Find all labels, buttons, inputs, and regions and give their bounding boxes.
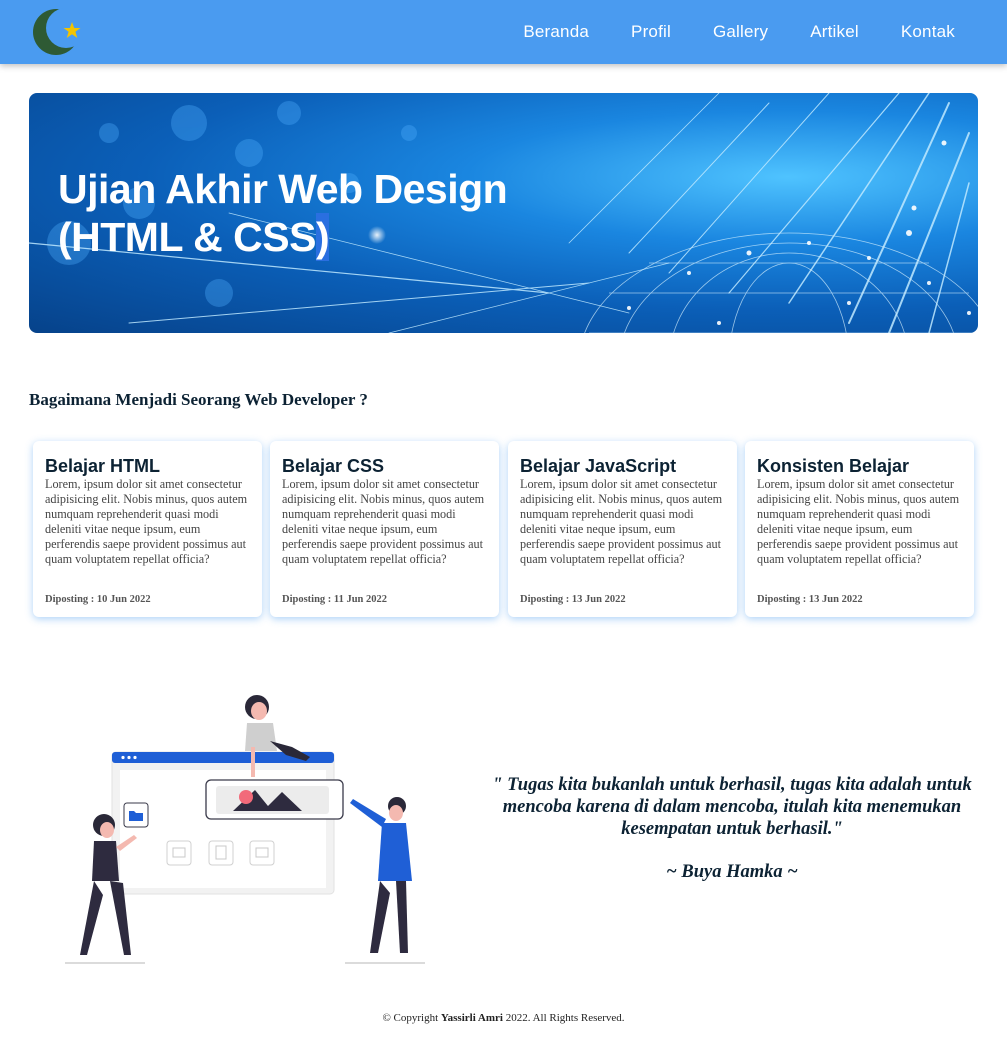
footer-suffix: 2022. All Rights Reserved. (502, 1012, 625, 1024)
nav-artikel[interactable]: Artikel (810, 22, 859, 42)
card-date: Diposting : 13 Jun 2022 (520, 594, 626, 605)
nav-beranda[interactable]: Beranda (523, 22, 589, 42)
hero-title-line2: (HTML & CSS) (58, 213, 507, 261)
hero-title-line2-text: (HTML & CSS (58, 214, 316, 260)
card-belajar-html[interactable]: Belajar HTML Lorem, ipsum dolor sit amet… (33, 441, 262, 617)
card-konsisten-belajar[interactable]: Konsisten Belajar Lorem, ipsum dolor sit… (745, 441, 974, 617)
section-title: Bagaimana Menjadi Seorang Web Developer … (29, 390, 368, 409)
card-body: Lorem, ipsum dolor sit amet consectetur … (757, 477, 960, 566)
footer-author-name: Yassirli Amri (440, 1012, 503, 1024)
card-body: Lorem, ipsum dolor sit amet consectetur … (520, 477, 723, 566)
nav-links: Beranda Profil Gallery Artikel Kontak (481, 0, 955, 64)
footer: © Copyright Yassirli Amri 2022. All Righ… (0, 1012, 1007, 1024)
card-date: Diposting : 10 Jun 2022 (45, 594, 151, 605)
nav-profil[interactable]: Profil (631, 22, 671, 42)
hero-banner: Ujian Akhir Web Design (HTML & CSS) (29, 93, 978, 333)
hero-title-line1: Ujian Akhir Web Design (58, 166, 508, 212)
card-date: Diposting : 11 Jun 2022 (282, 594, 388, 605)
text-selection-caret: ) (315, 213, 330, 261)
card-date: Diposting : 13 Jun 2022 (757, 594, 863, 605)
card-body: Lorem, ipsum dolor sit amet consectetur … (282, 477, 485, 566)
card-title: Belajar JavaScript (520, 456, 677, 476)
footer-prefix: © Copyright (382, 1012, 441, 1024)
card-belajar-css[interactable]: Belajar CSS Lorem, ipsum dolor sit amet … (270, 441, 499, 617)
quote-author: ~ Buya Hamka ~ (666, 862, 798, 882)
card-title: Belajar HTML (45, 456, 161, 476)
navbar: Beranda Profil Gallery Artikel Kontak (0, 0, 1007, 64)
article-cards: Belajar HTML Lorem, ipsum dolor sit amet… (33, 441, 974, 617)
quote-text: " Tugas kita bukanlah untuk berhasil, tu… (492, 775, 972, 839)
nav-gallery[interactable]: Gallery (713, 22, 768, 42)
nav-kontak[interactable]: Kontak (901, 22, 955, 42)
card-belajar-javascript[interactable]: Belajar JavaScript Lorem, ipsum dolor si… (508, 441, 737, 617)
hero-title: Ujian Akhir Web Design (HTML & CSS) (58, 165, 508, 261)
card-title: Belajar CSS (282, 456, 385, 476)
card-body: Lorem, ipsum dolor sit amet consectetur … (45, 477, 248, 566)
card-title: Konsisten Belajar (757, 456, 910, 476)
web-design-illustration (65, 695, 425, 964)
crescent-star-icon[interactable] (32, 6, 84, 58)
